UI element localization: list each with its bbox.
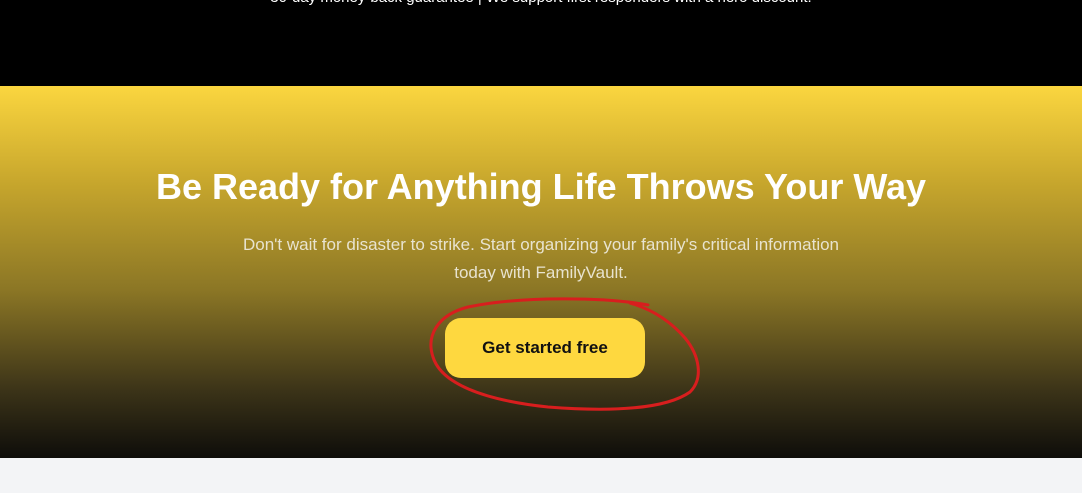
next-section — [0, 458, 1082, 493]
cta-section: Be Ready for Anything Life Throws Your W… — [0, 86, 1082, 458]
page: 30-day money-back guarantee | We support… — [0, 0, 1082, 493]
top-banner: 30-day money-back guarantee | We support… — [0, 0, 1082, 86]
cta-title: Be Ready for Anything Life Throws Your W… — [155, 166, 927, 207]
get-started-button[interactable]: Get started free — [445, 318, 645, 378]
guarantee-text: 30-day money-back guarantee | We support… — [0, 0, 1082, 8]
cta-subtitle: Don't wait for disaster to strike. Start… — [242, 235, 840, 282]
